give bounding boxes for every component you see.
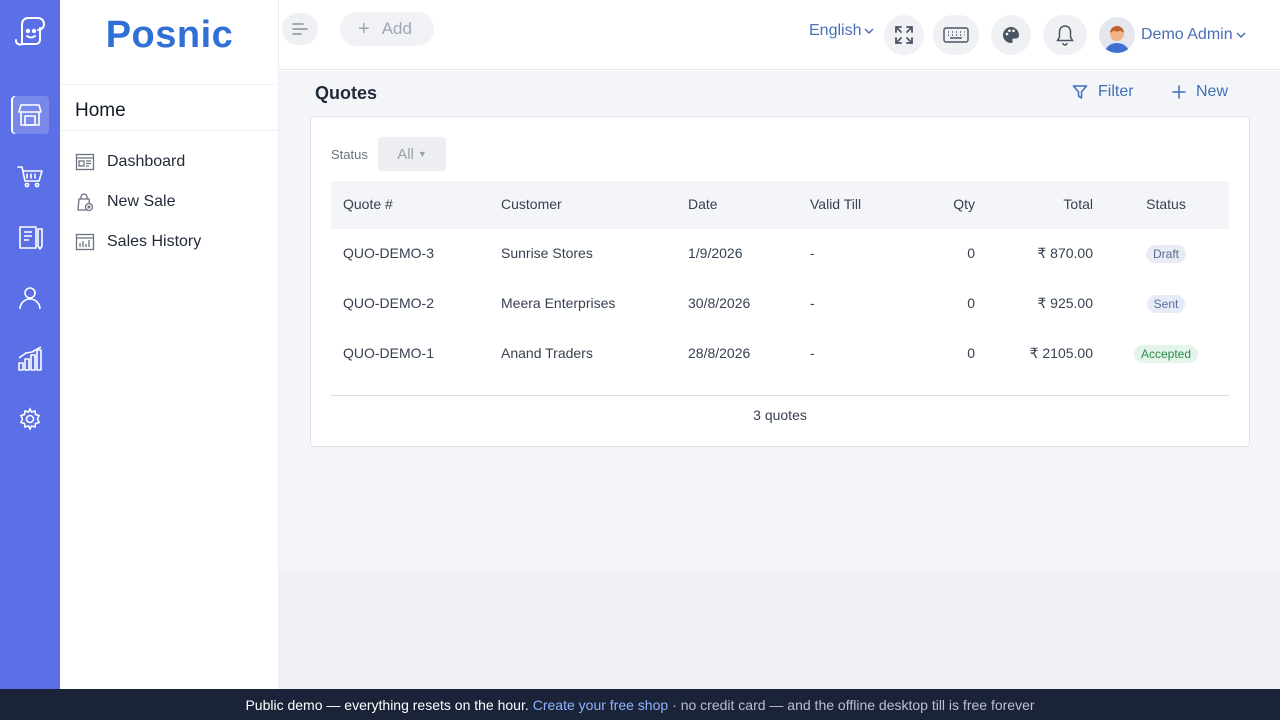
status-cell: Sent: [1121, 295, 1211, 313]
table-row[interactable]: QUO-DEMO-2 Meera Enterprises 30/8/2026 -…: [331, 279, 1229, 329]
quantity: 0: [967, 295, 975, 311]
status-cell: Accepted: [1121, 345, 1211, 363]
theme-button[interactable]: [991, 15, 1031, 55]
add-button-label: Add: [381, 19, 412, 38]
filter-icon: [1072, 85, 1088, 99]
column-header-date[interactable]: Date: [688, 196, 718, 212]
top-bar: + Add English Demo Admin: [279, 0, 1280, 70]
sidebar-item-label: New Sale: [107, 193, 176, 210]
icon-rail: [0, 0, 60, 689]
sidebar-item-label: Sales History: [107, 233, 202, 250]
filter-button[interactable]: Filter: [1072, 83, 1134, 101]
banner-text: Public demo — everything resets on the h…: [245, 696, 529, 713]
quote-number: QUO-DEMO-3: [343, 245, 434, 261]
quotes-count: 3 quotes: [753, 407, 807, 423]
sidebar-item-new-sale[interactable]: New Sale: [74, 189, 175, 215]
chevron-down-icon: [1236, 26, 1246, 44]
chevron-down-icon: [864, 22, 875, 40]
demo-banner: Public demo — everything resets on the h…: [0, 689, 1280, 720]
cart-icon[interactable]: [11, 157, 49, 195]
notifications-button[interactable]: [1043, 15, 1087, 55]
create-shop-link[interactable]: Create your free shop: [533, 697, 668, 713]
language-label: English: [809, 22, 862, 39]
palette-icon: [1003, 27, 1019, 43]
caret-down-icon: ▼: [417, 149, 427, 159]
column-header-quote[interactable]: Quote #: [343, 196, 393, 212]
quotes-table: Quote # Customer Date Valid Till Qty Tot…: [331, 181, 1229, 379]
total-amount: ₹ 925.00: [1037, 295, 1093, 311]
valid-till: -: [810, 295, 815, 311]
quote-number: QUO-DEMO-1: [343, 345, 434, 361]
column-header-status[interactable]: Status: [1121, 196, 1211, 212]
user-name: Demo Admin: [1141, 26, 1233, 43]
clipboard-icon[interactable]: [11, 218, 49, 256]
column-header-customer[interactable]: Customer: [501, 196, 562, 212]
store-icon[interactable]: [11, 96, 49, 134]
column-header-total[interactable]: Total: [993, 196, 1093, 212]
customer-name: Meera Enterprises: [501, 295, 616, 311]
status-cell: Draft: [1121, 245, 1211, 263]
new-quote-button[interactable]: New: [1172, 83, 1228, 101]
analytics-icon[interactable]: [11, 340, 49, 378]
divider: [60, 130, 279, 131]
avatar: [1099, 17, 1135, 53]
bell-icon: [1056, 25, 1074, 46]
status-badge: Sent: [1146, 295, 1186, 313]
quantity: 0: [967, 345, 975, 361]
quote-number: QUO-DEMO-2: [343, 295, 434, 311]
dashboard-icon: [74, 151, 96, 173]
app-logo-icon[interactable]: [10, 12, 50, 52]
valid-till: -: [810, 245, 815, 261]
fullscreen-button[interactable]: [884, 15, 924, 55]
language-select[interactable]: English: [809, 22, 875, 40]
user-menu[interactable]: Demo Admin: [1099, 17, 1246, 53]
divider: [60, 84, 279, 85]
brand-logo[interactable]: Posnic: [60, 14, 279, 57]
main-content: Quotes Filter New Status All ▼ Quote # C…: [279, 71, 1280, 571]
main-background: [279, 571, 1280, 689]
customer-name: Sunrise Stores: [501, 245, 593, 261]
sidebar-item-dashboard[interactable]: Dashboard: [74, 149, 185, 175]
sidebar-section-title: Home: [75, 100, 126, 121]
keyboard-icon: [943, 27, 969, 43]
settings-icon[interactable]: [11, 400, 49, 438]
quote-date: 28/8/2026: [688, 345, 751, 361]
plus-icon: +: [358, 18, 370, 40]
divider: [331, 395, 1229, 396]
plus-icon: [1172, 85, 1186, 99]
status-badge: Draft: [1145, 245, 1186, 263]
banner-suffix: · no credit card — and the offline deskt…: [672, 696, 1035, 713]
quote-date: 30/8/2026: [688, 295, 751, 311]
page-title: Quotes: [315, 83, 378, 103]
filter-button-label: Filter: [1098, 83, 1134, 100]
status-filter-label: Status: [331, 147, 368, 162]
quantity: 0: [967, 245, 975, 261]
status-filter-value: All: [397, 145, 414, 163]
menu-toggle-button[interactable]: [282, 13, 318, 45]
customer-name: Anand Traders: [501, 345, 593, 361]
user-icon[interactable]: [11, 279, 49, 317]
fullscreen-icon: [895, 26, 913, 44]
quotes-card: Status All ▼ Quote # Customer Date Valid…: [310, 116, 1250, 447]
sidebar-item-label: Dashboard: [107, 153, 186, 170]
status-filter-select[interactable]: All ▼: [378, 137, 446, 171]
total-amount: ₹ 870.00: [1037, 245, 1093, 261]
new-sale-icon: [74, 191, 96, 213]
add-button[interactable]: + Add: [340, 12, 434, 46]
total-amount: ₹ 2105.00: [1029, 345, 1093, 361]
column-header-qty[interactable]: Qty: [891, 196, 975, 212]
table-row[interactable]: QUO-DEMO-3 Sunrise Stores 1/9/2026 - 0 ₹…: [331, 229, 1229, 279]
new-button-label: New: [1196, 83, 1229, 100]
keyboard-button[interactable]: [933, 15, 979, 55]
valid-till: -: [810, 345, 815, 361]
sidebar: Posnic Home Dashboard New Sale Sales His…: [60, 0, 279, 689]
table-row[interactable]: QUO-DEMO-1 Anand Traders 28/8/2026 - 0 ₹…: [331, 329, 1229, 379]
status-badge: Accepted: [1133, 345, 1199, 363]
quote-date: 1/9/2026: [688, 245, 743, 261]
sales-history-icon: [74, 231, 96, 253]
table-header: Quote # Customer Date Valid Till Qty Tot…: [331, 181, 1229, 229]
column-header-valid-till[interactable]: Valid Till: [810, 196, 861, 212]
sidebar-item-sales-history[interactable]: Sales History: [74, 229, 201, 255]
